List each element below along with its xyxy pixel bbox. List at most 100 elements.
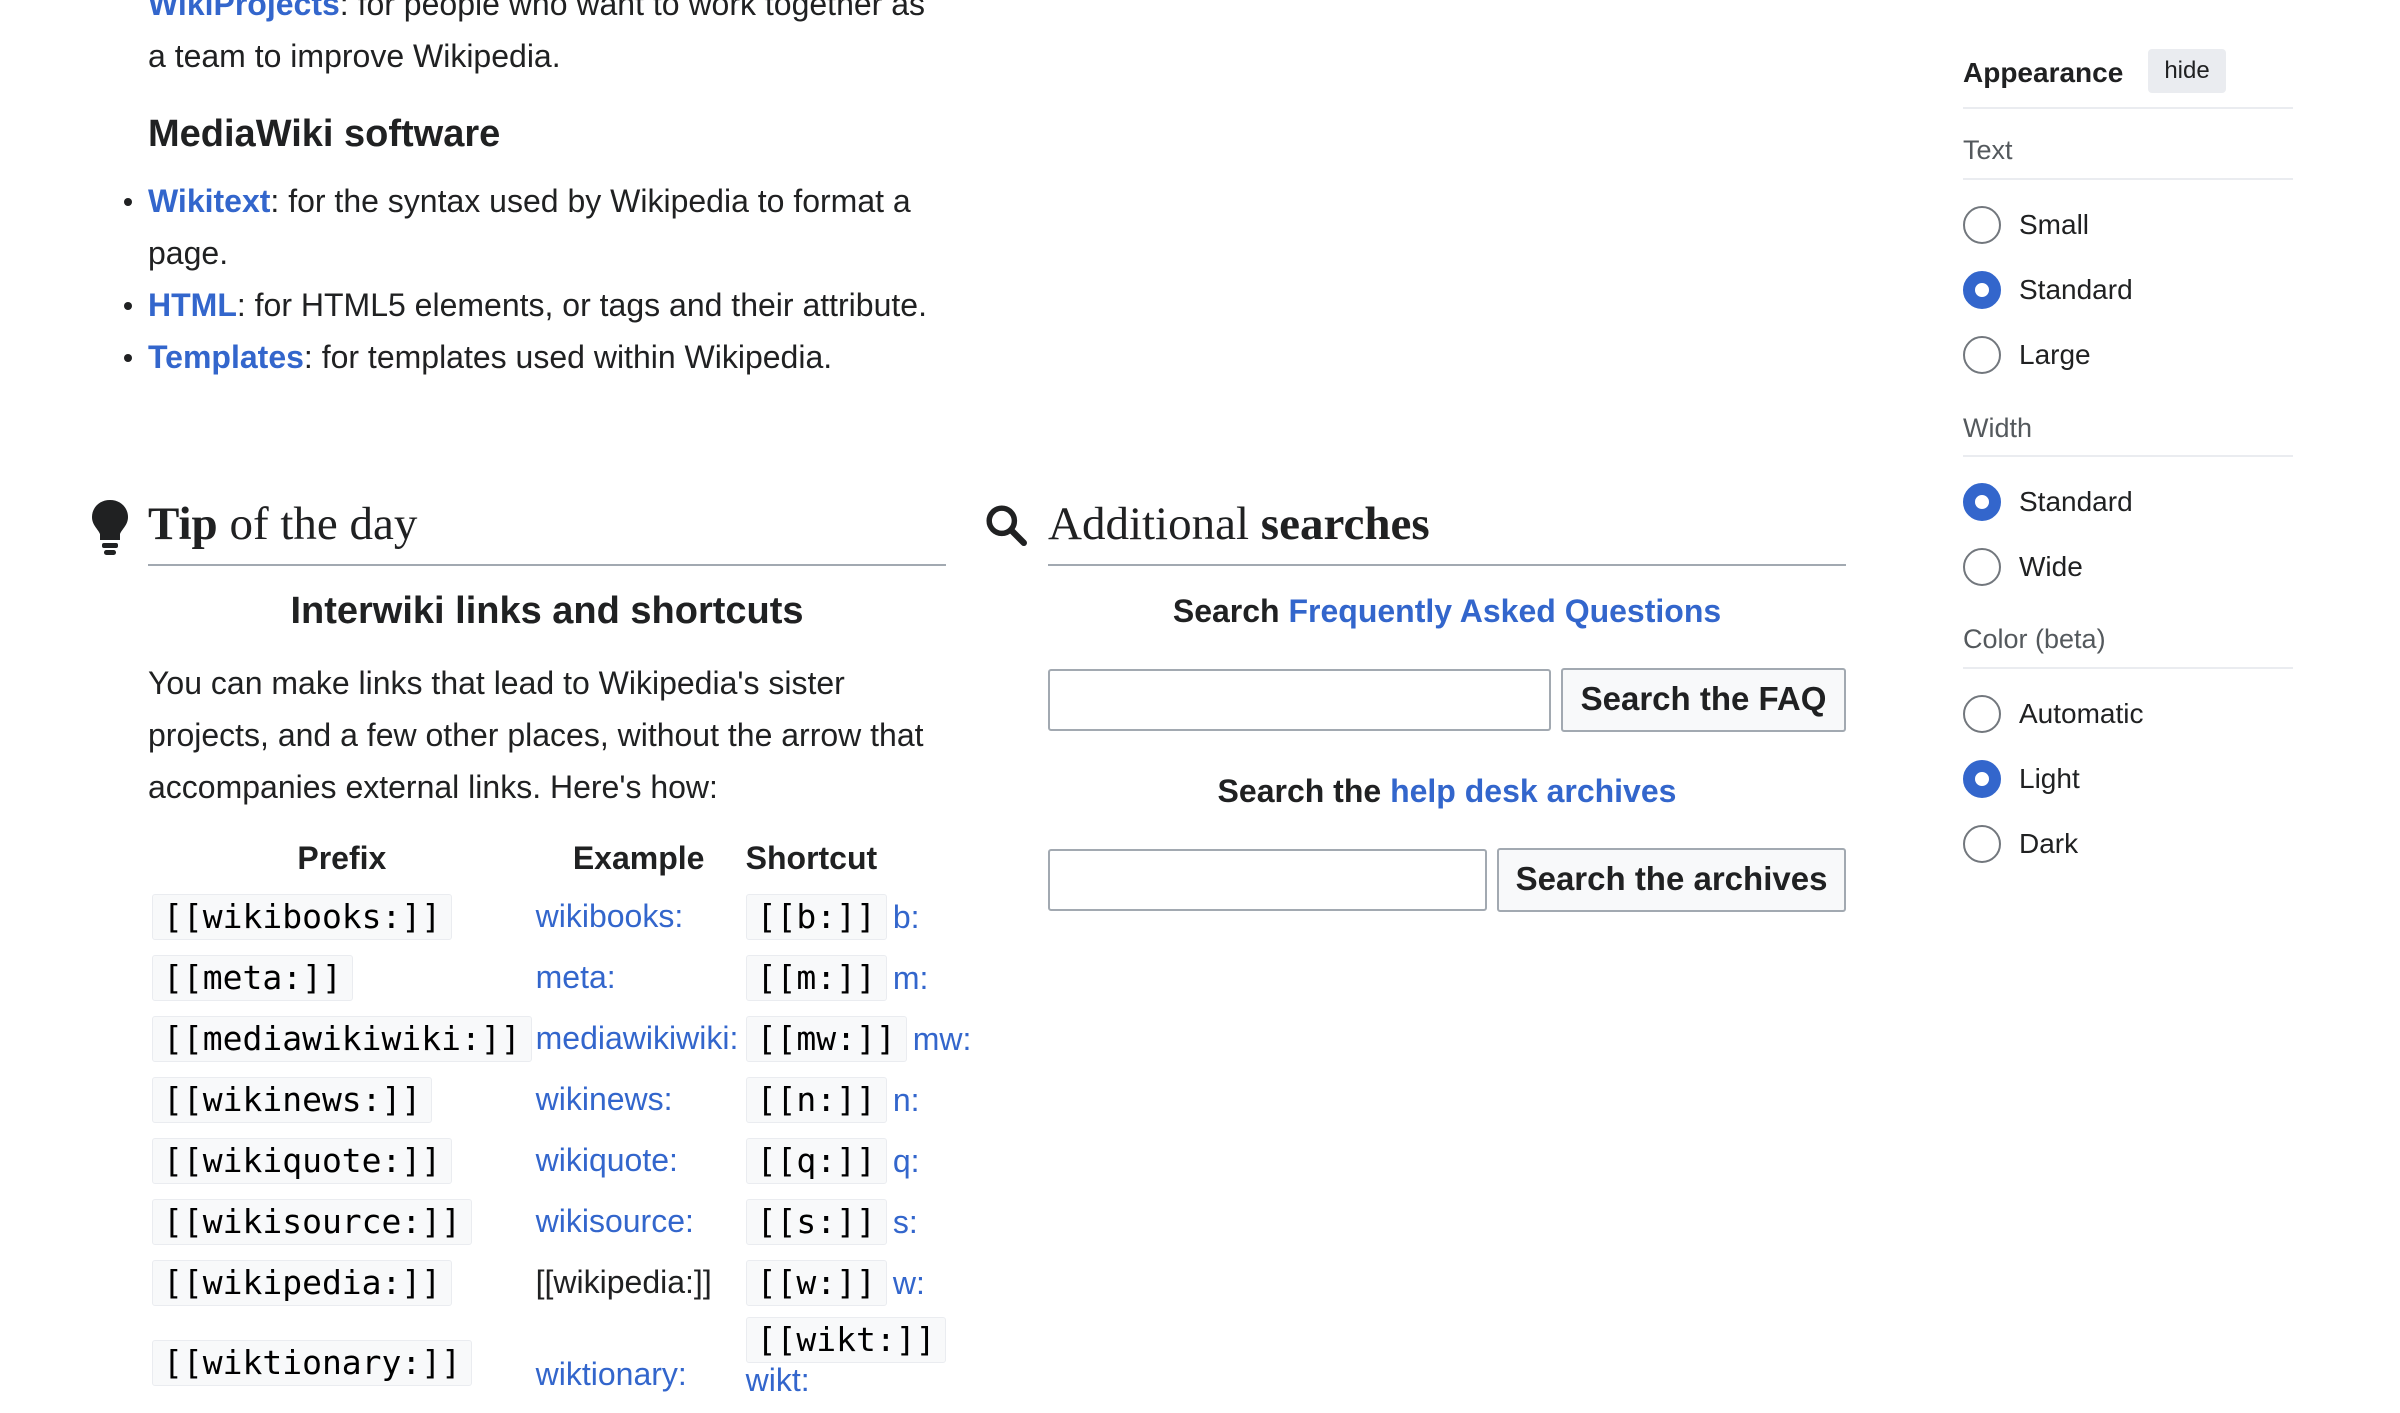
color-label: Color (beta)	[1963, 624, 2106, 654]
prefix-cell: [[meta:]]	[152, 947, 532, 1008]
example-link[interactable]: wiktionary:	[536, 1356, 687, 1392]
searches-heading: Additional searches	[1048, 498, 1430, 550]
example-cell: wikinews:	[536, 1069, 742, 1130]
table-row: [[meta:]] meta: [[m:]] m:	[152, 947, 971, 1008]
shortcut-cell: [[m:]] m:	[745, 947, 972, 1008]
mediawiki-list: Wikitext: for the syntax used by Wikiped…	[124, 175, 948, 383]
radio-button[interactable]	[1963, 760, 2001, 798]
shortcut-link[interactable]: wikt:	[746, 1362, 810, 1398]
radio-button[interactable]	[1963, 695, 2001, 733]
table-row: [[mediawikiwiki:]] mediawikiwiki: [[mw:]] m…	[152, 1008, 971, 1069]
radio-button[interactable]	[1963, 206, 2001, 244]
radio-label: Standard	[2019, 274, 2133, 305]
radio-button[interactable]	[1963, 483, 2001, 521]
shortcut-link[interactable]: b:	[893, 899, 920, 935]
table-row: [[wikinews:]] wikinews: [[n:]] n:	[152, 1069, 971, 1130]
wikiprojects-item: WikiProjects: for people who want to wor…	[148, 0, 938, 82]
radio-button[interactable]	[1963, 548, 2001, 586]
divider	[1963, 667, 2293, 669]
shortcut-column-header: Shortcut	[745, 839, 878, 876]
magnifier-icon	[986, 505, 1027, 546]
list-item: HTML: for HTML5 elements, or tags and th…	[124, 279, 948, 331]
radio-label: Wide	[2019, 551, 2083, 582]
wikitext-link[interactable]: Wikitext	[148, 183, 270, 219]
search-faq-button[interactable]: Search the FAQ	[1561, 668, 1846, 732]
shortcut-cell: [[mw:]] mw:	[745, 1008, 972, 1069]
radio-option-large[interactable]: Large	[1963, 333, 2091, 377]
list-item: Templates: for templates used within Wik…	[124, 331, 948, 383]
radio-option-wide[interactable]: Wide	[1963, 545, 2083, 589]
radio-label: Light	[2019, 763, 2080, 794]
example-link[interactable]: wikiquote:	[536, 1142, 678, 1178]
example-cell: wikiquote:	[536, 1130, 742, 1191]
shortcut-cell: [[n:]] n:	[745, 1069, 972, 1130]
prefix-code: [[mediawikiwiki:]]	[152, 1015, 532, 1062]
radio-label: Large	[2019, 339, 2091, 370]
shortcut-code: [[s:]]	[745, 1198, 887, 1245]
shortcut-link[interactable]: m:	[893, 960, 929, 996]
example-cell: wikibooks:	[536, 886, 742, 947]
radio-label: Standard	[2019, 486, 2133, 517]
archives-search-input[interactable]	[1048, 849, 1487, 911]
radio-option-standard[interactable]: Standard	[1963, 268, 2133, 312]
radio-label: Dark	[2019, 828, 2079, 859]
search-archives-button[interactable]: Search the archives	[1497, 848, 1846, 912]
faq-search-input[interactable]	[1048, 669, 1551, 731]
table-header-row: Prefix Example Shortcut	[152, 830, 971, 886]
wikiprojects-link[interactable]: WikiProjects	[148, 0, 340, 22]
shortcut-code: [[b:]]	[745, 893, 887, 940]
shortcut-code: [[n:]]	[745, 1076, 887, 1123]
example-link[interactable]: meta:	[536, 959, 616, 995]
prefix-code: [[wiktionary:]]	[152, 1340, 473, 1386]
prefix-cell: [[wikiquote:]]	[152, 1130, 532, 1191]
example-link[interactable]: mediawikiwiki:	[536, 1020, 739, 1056]
prefix-cell: [[wikinews:]]	[152, 1069, 532, 1130]
radio-option-dark[interactable]: Dark	[1963, 822, 2078, 866]
radio-label: Small	[2019, 209, 2090, 240]
table-row: [[wiktionary:]] wiktionary: [[wikt:]] wikt:	[152, 1313, 971, 1413]
radio-label: Automatic	[2019, 698, 2144, 729]
example-cell: wikisource:	[536, 1191, 742, 1252]
faq-link[interactable]: Frequently Asked Questions	[1288, 593, 1721, 629]
prefix-code: [[wikisource:]]	[152, 1198, 473, 1245]
table-row: [[wikiquote:]] wikiquote: [[q:]] q:	[152, 1130, 971, 1191]
shortcut-link[interactable]: q:	[893, 1143, 920, 1179]
tip-of-the-day-header: Tip of the day	[148, 490, 946, 566]
divider	[1963, 455, 2293, 457]
radio-option-automatic[interactable]: Automatic	[1963, 692, 2144, 736]
mediawiki-heading: MediaWiki software	[148, 113, 501, 155]
shortcut-cell: [[s:]] s:	[745, 1191, 972, 1252]
radio-button[interactable]	[1963, 825, 2001, 863]
example-text: [[wikipedia:]]	[535, 1264, 712, 1300]
shortcut-link[interactable]: n:	[893, 1082, 920, 1118]
tip-heading: Tip of the day	[148, 498, 418, 550]
radio-option-standard[interactable]: Standard	[1963, 480, 2133, 524]
radio-button[interactable]	[1963, 336, 2001, 374]
radio-option-small[interactable]: Small	[1963, 203, 2089, 247]
example-link[interactable]: wikinews:	[536, 1081, 673, 1117]
faq-search-label: Search Frequently Asked Questions	[1172, 593, 1722, 629]
shortcut-code: [[q:]]	[745, 1137, 887, 1184]
shortcut-link[interactable]: mw:	[913, 1021, 972, 1057]
text-size-label: Text	[1963, 135, 2013, 165]
prefix-cell: [[wiktionary:]]	[152, 1313, 532, 1413]
shortcut-link[interactable]: s:	[893, 1204, 918, 1240]
tip-title: Interwiki links and shortcuts	[290, 590, 804, 632]
example-link[interactable]: wikisource:	[536, 1203, 694, 1239]
radio-button[interactable]	[1963, 271, 2001, 309]
prefix-column-header: Prefix	[297, 839, 387, 876]
help-desk-archives-link[interactable]: help desk archives	[1390, 773, 1676, 809]
interwiki-table: Prefix Example Shortcut [[wikibooks:]] wi…	[148, 830, 975, 1413]
prefix-code: [[meta:]]	[152, 954, 353, 1001]
shortcut-link[interactable]: w:	[893, 1265, 925, 1301]
prefix-code: [[wikibooks:]]	[152, 893, 453, 940]
tip-body: You can make links that lead to Wikipedi…	[148, 665, 924, 805]
lightbulb-icon	[92, 500, 128, 555]
example-cell: wiktionary:	[536, 1313, 742, 1413]
templates-link[interactable]: Templates	[148, 339, 304, 375]
example-link[interactable]: wikibooks:	[536, 898, 684, 934]
prefix-code: [[wikiquote:]]	[152, 1137, 453, 1184]
appearance-hide-button[interactable]: hide	[2148, 49, 2226, 93]
radio-option-light[interactable]: Light	[1963, 757, 2080, 801]
html-link[interactable]: HTML	[148, 287, 237, 323]
